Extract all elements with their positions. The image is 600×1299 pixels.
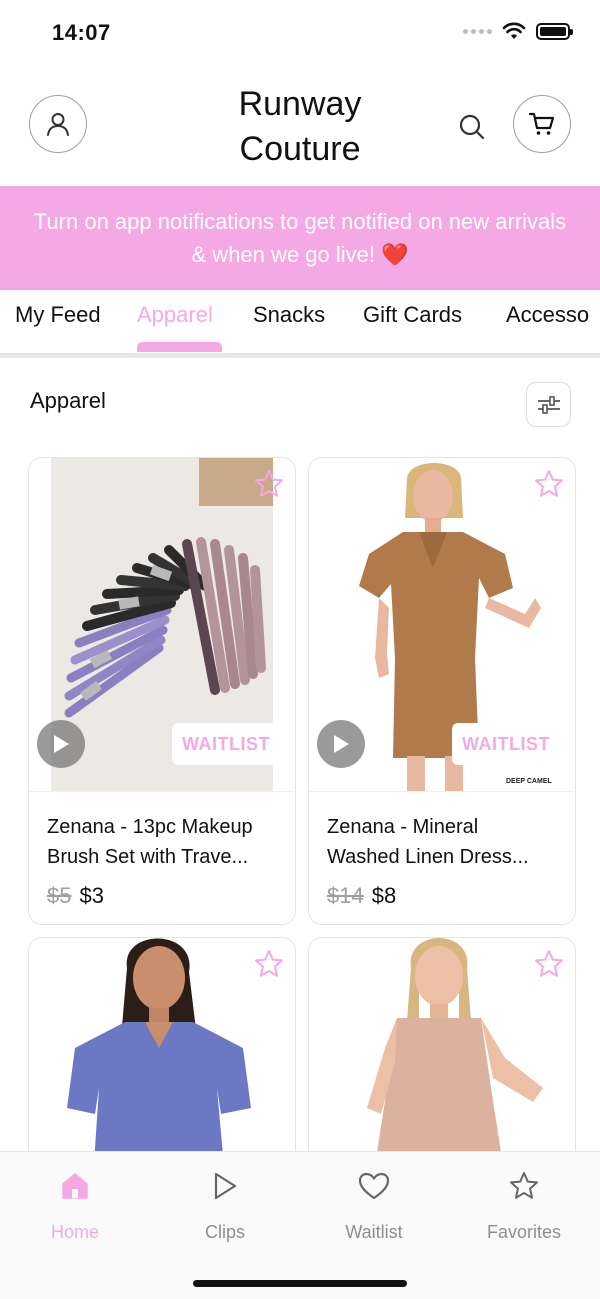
banner-text: Turn on app notifications to get notifie…: [33, 209, 567, 267]
search-icon: [459, 114, 485, 140]
search-button[interactable]: [455, 110, 489, 144]
tab-snacks[interactable]: Snacks: [253, 302, 325, 328]
star-outline-icon: [535, 950, 563, 977]
star-icon: [510, 1172, 538, 1199]
sliders-icon: [537, 395, 560, 414]
category-tabs: My Feed Apparel Snacks Gift Cards Access…: [0, 290, 600, 358]
nav-favorites-label: Favorites: [486, 1222, 562, 1242]
user-icon: [47, 113, 69, 136]
product-card[interactable]: DEEP CAMEL WAITLIST Zenana - Mineral Was…: [308, 457, 576, 925]
status-icons: [463, 22, 573, 40]
status-bar: 14:07: [0, 0, 600, 66]
product-name: Zenana - Mineral Washed Linen Dress...: [327, 812, 557, 872]
waitlist-badge[interactable]: WAITLIST: [452, 723, 560, 765]
star-outline-icon: [255, 470, 283, 497]
product-name: Zenana - 13pc Makeup Brush Set with Trav…: [47, 812, 277, 872]
tab-accessories[interactable]: Accesso: [506, 302, 589, 328]
bottom-navigation: Home Clips Waitlist Favorites: [0, 1151, 600, 1299]
heart-icon: [358, 1172, 390, 1200]
nav-home[interactable]: Home: [15, 1168, 135, 1243]
product-name-line1: Zenana - Mineral: [327, 816, 479, 838]
product-price: $14 $8: [327, 883, 396, 909]
section-title: Apparel: [30, 388, 106, 413]
tab-gift-cards[interactable]: Gift Cards: [363, 302, 462, 328]
nav-favorites[interactable]: Favorites: [464, 1168, 584, 1243]
wifi-icon: [502, 22, 526, 39]
sale-price: $8: [371, 883, 397, 908]
profile-button[interactable]: [29, 95, 87, 153]
notification-banner[interactable]: Turn on app notifications to get notifie…: [0, 186, 600, 290]
product-image-makeup-brushes[interactable]: WAITLIST: [29, 458, 294, 792]
nav-home-label: Home: [50, 1222, 99, 1242]
status-time: 14:07: [52, 20, 111, 45]
nav-clips-label: Clips: [204, 1222, 245, 1242]
app-title: Runway Couture: [238, 85, 362, 168]
tab-my-feed[interactable]: My Feed: [15, 302, 101, 328]
tab-apparel[interactable]: Apparel: [137, 302, 213, 328]
active-tab-indicator: [137, 342, 222, 352]
nav-clips[interactable]: Clips: [165, 1168, 285, 1243]
star-outline-icon: [535, 470, 563, 497]
product-image-linen-dress[interactable]: DEEP CAMEL WAITLIST: [309, 458, 574, 792]
product-name-line2: Brush Set with Trave...: [47, 846, 249, 868]
product-name-line2: Washed Linen Dress...: [327, 846, 529, 868]
product-card[interactable]: WAITLIST Zenana - 13pc Makeup Brush Set …: [28, 457, 296, 925]
app-header: Runway Couture: [0, 66, 600, 186]
play-icon: [54, 735, 69, 753]
product-price: $5 $3: [47, 883, 104, 909]
signal-icon: [463, 28, 492, 34]
cart-icon: [528, 112, 555, 135]
play-icon: [214, 1172, 237, 1200]
nav-waitlist-label: Waitlist: [345, 1222, 403, 1242]
star-outline-icon: [255, 950, 283, 977]
waitlist-badge[interactable]: WAITLIST: [172, 723, 280, 765]
play-video-button[interactable]: [37, 720, 85, 768]
sale-price: $3: [79, 883, 104, 908]
favorite-button[interactable]: [252, 947, 286, 981]
product-name-line1: Zenana - 13pc Makeup: [47, 816, 253, 838]
cart-button[interactable]: [513, 95, 571, 153]
home-indicator[interactable]: [193, 1280, 407, 1287]
original-price: $14: [327, 883, 364, 908]
filter-button[interactable]: [526, 382, 571, 427]
battery-icon: [536, 22, 573, 40]
play-video-button[interactable]: [317, 720, 365, 768]
nav-waitlist[interactable]: Waitlist: [314, 1168, 434, 1243]
home-icon: [62, 1173, 88, 1199]
favorite-button[interactable]: [532, 947, 566, 981]
play-icon: [334, 735, 349, 753]
favorite-button[interactable]: [252, 467, 286, 501]
favorite-button[interactable]: [532, 467, 566, 501]
dress-color-caption: DEEP CAMEL: [506, 778, 552, 785]
original-price: $5: [47, 883, 72, 908]
